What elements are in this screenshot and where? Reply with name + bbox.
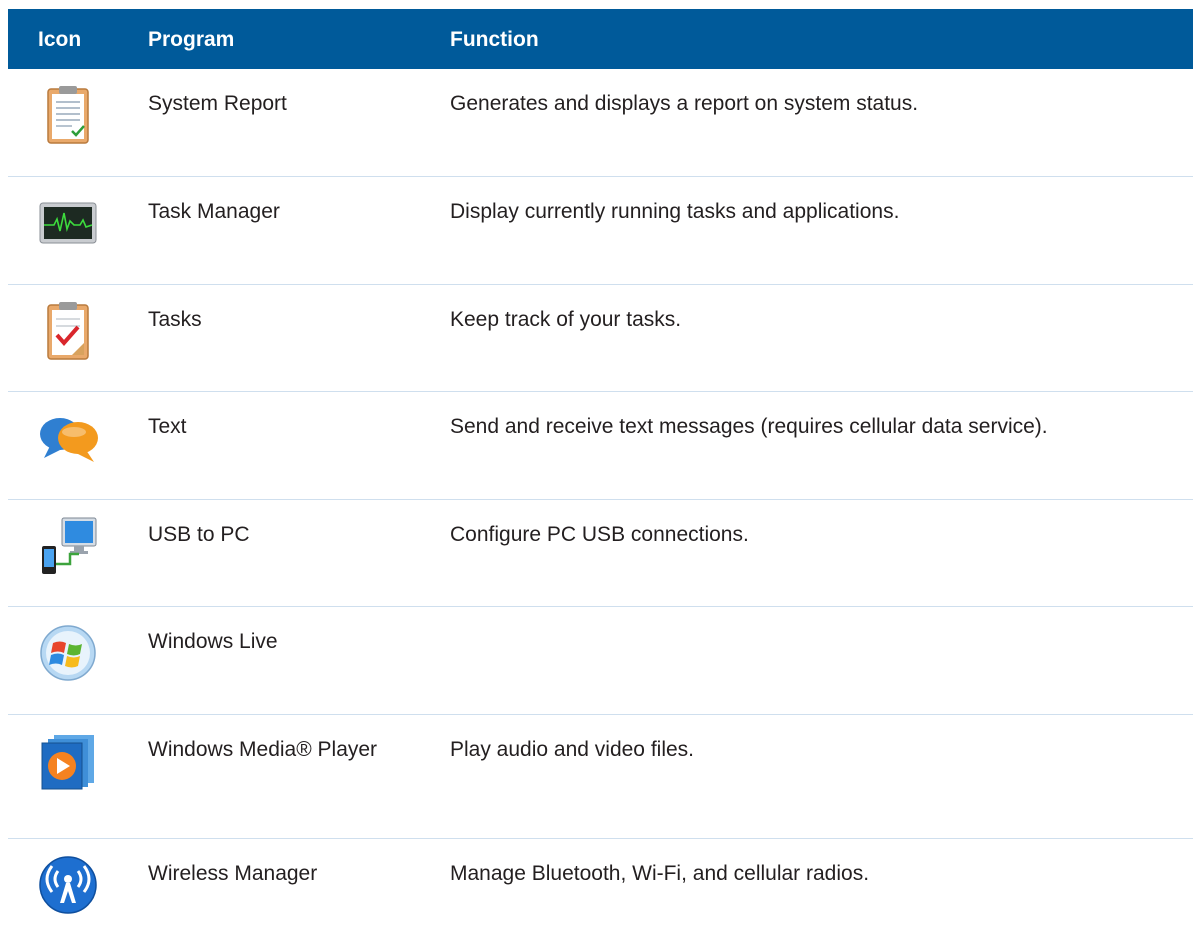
table-row: Text Send and receive text messages (req… — [8, 392, 1193, 500]
text-messages-icon — [36, 406, 100, 470]
table-row: Task Manager Display currently running t… — [8, 177, 1193, 285]
system-report-icon — [36, 83, 100, 147]
program-function: Play audio and video files. — [450, 738, 694, 761]
program-function: Generates and displays a report on syste… — [450, 92, 919, 115]
program-name: Tasks — [148, 308, 202, 331]
header-program-label: Program — [148, 28, 235, 51]
table-row: System Report Generates and displays a r… — [8, 69, 1193, 177]
table-row: Wireless Manager Manage Bluetooth, Wi-Fi… — [8, 839, 1193, 939]
table-row: Windows Media® Player Play audio and vid… — [8, 715, 1193, 839]
table-header: Icon Program Function — [8, 9, 1193, 69]
program-name: System Report — [148, 92, 287, 115]
program-name: Wireless Manager — [148, 862, 318, 885]
usb-to-pc-icon — [36, 514, 100, 578]
program-name: Windows Live — [148, 630, 278, 653]
windows-live-icon — [36, 621, 100, 685]
tasks-icon — [36, 299, 100, 363]
program-function: Send and receive text messages (requires… — [450, 415, 1048, 438]
program-function: Keep track of your tasks. — [450, 308, 682, 331]
task-manager-icon — [36, 191, 100, 255]
program-function: Manage Bluetooth, Wi-Fi, and cellular ra… — [450, 862, 870, 885]
program-name: USB to PC — [148, 523, 250, 546]
wireless-manager-icon — [36, 853, 100, 917]
table-row: Windows Live — [8, 607, 1193, 715]
program-name: Windows Media® Player — [148, 738, 378, 761]
program-name: Text — [148, 415, 187, 438]
windows-media-player-icon — [36, 729, 100, 793]
header-icon-label: Icon — [38, 28, 82, 51]
programs-table: Icon Program Function System Report Gene… — [8, 9, 1193, 939]
table-row: Tasks Keep track of your tasks. — [8, 285, 1193, 392]
program-function: Configure PC USB connections. — [450, 523, 749, 546]
program-name: Task Manager — [148, 200, 280, 223]
header-function-label: Function — [450, 28, 539, 51]
table-row: USB to PC Configure PC USB connections. — [8, 500, 1193, 607]
program-function: Display currently running tasks and appl… — [450, 200, 900, 223]
